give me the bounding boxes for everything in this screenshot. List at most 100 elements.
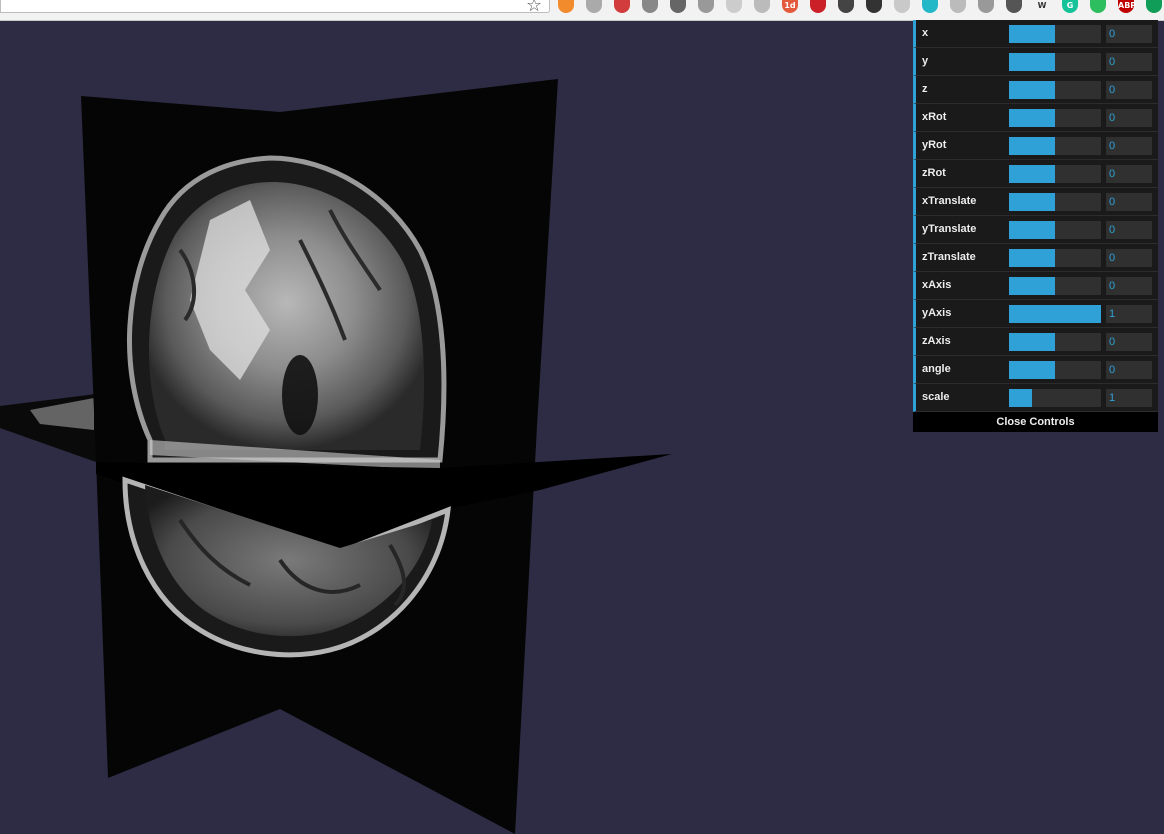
control-slider[interactable]: [1009, 389, 1101, 407]
control-label: xTranslate: [922, 195, 977, 207]
webgl-viewport[interactable]: ☆ 1d W G ABP x 0 y 0 z 0 xRot 0 yRot 0 z…: [0, 0, 1164, 834]
control-row-yAxis: yAxis 1: [913, 300, 1158, 328]
control-slider[interactable]: [1009, 277, 1101, 295]
extension-icon-10[interactable]: [810, 0, 826, 13]
control-value-input[interactable]: 0: [1106, 109, 1152, 127]
control-value-input[interactable]: 1: [1106, 389, 1152, 407]
control-row-x: x0: [913, 20, 1158, 48]
control-value-input[interactable]: 0: [1106, 25, 1152, 43]
address-bar[interactable]: [0, 0, 550, 13]
control-row-yTranslate: yTranslate 0: [913, 216, 1158, 244]
extension-icon-11[interactable]: [838, 0, 854, 13]
extension-icon-1[interactable]: [558, 0, 574, 13]
extension-icon-13[interactable]: [894, 0, 910, 13]
extension-icon-4[interactable]: [642, 0, 658, 13]
slider-fill: [1009, 165, 1055, 183]
control-label: x: [922, 27, 929, 39]
control-row-xTranslate: xTranslate 0: [913, 188, 1158, 216]
control-label: y: [922, 55, 929, 67]
control-label: yTranslate: [922, 223, 977, 235]
extension-icon-6[interactable]: [698, 0, 714, 13]
slider-fill: [1009, 25, 1055, 43]
extension-icon-22[interactable]: [1146, 0, 1162, 13]
control-row-z: z0: [913, 76, 1158, 104]
extension-icon-19[interactable]: G: [1062, 0, 1078, 13]
ventricle: [282, 355, 318, 435]
extension-icon-14[interactable]: [922, 0, 938, 13]
control-value-input[interactable]: 0: [1106, 361, 1152, 379]
slider-fill: [1009, 193, 1055, 211]
browser-toolbar: ☆ 1d W G ABP: [0, 0, 1164, 21]
control-row-xRot: xRot 0: [913, 104, 1158, 132]
extension-icon-12[interactable]: [866, 0, 882, 13]
extension-icon-8[interactable]: [754, 0, 770, 13]
control-label: z: [922, 83, 928, 95]
slider-fill: [1009, 137, 1055, 155]
control-label: yRot: [922, 139, 947, 151]
control-slider[interactable]: [1009, 137, 1101, 155]
control-value-input[interactable]: 0: [1106, 277, 1152, 295]
slider-fill: [1009, 109, 1055, 127]
control-value-input[interactable]: 0: [1106, 221, 1152, 239]
control-label: angle: [922, 363, 951, 375]
control-slider[interactable]: [1009, 249, 1101, 267]
slider-fill: [1009, 81, 1055, 99]
control-value-input[interactable]: 0: [1106, 165, 1152, 183]
control-row-yRot: yRot 0: [913, 132, 1158, 160]
extension-icon-20[interactable]: [1090, 0, 1106, 13]
control-row-xAxis: xAxis 0: [913, 272, 1158, 300]
extension-icon-9[interactable]: 1d: [782, 0, 798, 13]
control-row-scale: scale 1: [913, 384, 1158, 412]
extension-icon-3[interactable]: [614, 0, 630, 13]
control-label: xAxis: [922, 279, 952, 291]
slider-fill: [1009, 277, 1055, 295]
extension-icon-2[interactable]: [586, 0, 602, 13]
mri-3d-scene[interactable]: [0, 20, 700, 834]
control-slider[interactable]: [1009, 361, 1101, 379]
control-label: yAxis: [922, 307, 952, 319]
control-label: zTranslate: [922, 251, 976, 263]
control-label: zRot: [922, 167, 946, 179]
slider-fill: [1009, 221, 1055, 239]
control-slider[interactable]: [1009, 25, 1101, 43]
control-slider[interactable]: [1009, 165, 1101, 183]
control-value-input[interactable]: 0: [1106, 333, 1152, 351]
extension-icon-15[interactable]: [950, 0, 966, 13]
extension-icon-21[interactable]: ABP: [1118, 0, 1136, 13]
extension-icon-5[interactable]: [670, 0, 686, 13]
control-value-input[interactable]: 0: [1106, 193, 1152, 211]
controls-panel: x 0 y 0 z 0 xRot 0 yRot 0 zRot 0 xTranslate 0 yTransla…: [913, 20, 1158, 432]
control-slider[interactable]: [1009, 81, 1101, 99]
control-label: xRot: [922, 111, 947, 123]
control-value-input[interactable]: 0: [1106, 81, 1152, 99]
control-row-y: y0: [913, 48, 1158, 76]
slider-fill: [1009, 389, 1032, 407]
control-slider[interactable]: [1009, 305, 1101, 323]
slider-fill: [1009, 53, 1055, 71]
control-slider[interactable]: [1009, 333, 1101, 351]
control-value-input[interactable]: 0: [1106, 249, 1152, 267]
control-value-input[interactable]: 0: [1106, 53, 1152, 71]
extension-icon-16[interactable]: [978, 0, 994, 13]
control-row-zTranslate: zTranslate 0: [913, 244, 1158, 272]
slider-fill: [1009, 249, 1055, 267]
slider-fill: [1009, 361, 1055, 379]
slider-fill: [1009, 333, 1055, 351]
control-slider[interactable]: [1009, 53, 1101, 71]
control-label: scale: [922, 391, 950, 403]
control-row-angle: angle 0: [913, 356, 1158, 384]
control-slider[interactable]: [1009, 193, 1101, 211]
slider-fill: [1009, 305, 1101, 323]
control-slider[interactable]: [1009, 109, 1101, 127]
extension-icon-18[interactable]: W: [1034, 0, 1050, 13]
control-value-input[interactable]: 0: [1106, 137, 1152, 155]
control-label: zAxis: [922, 335, 951, 347]
extension-icon-7[interactable]: [726, 0, 742, 13]
star-icon[interactable]: ☆: [526, 0, 542, 16]
control-row-zRot: zRot 0: [913, 160, 1158, 188]
control-value-input[interactable]: 1: [1106, 305, 1152, 323]
control-slider[interactable]: [1009, 221, 1101, 239]
control-row-zAxis: zAxis 0: [913, 328, 1158, 356]
extension-icon-17[interactable]: [1006, 0, 1022, 13]
close-controls-button[interactable]: Close Controls: [913, 412, 1158, 432]
